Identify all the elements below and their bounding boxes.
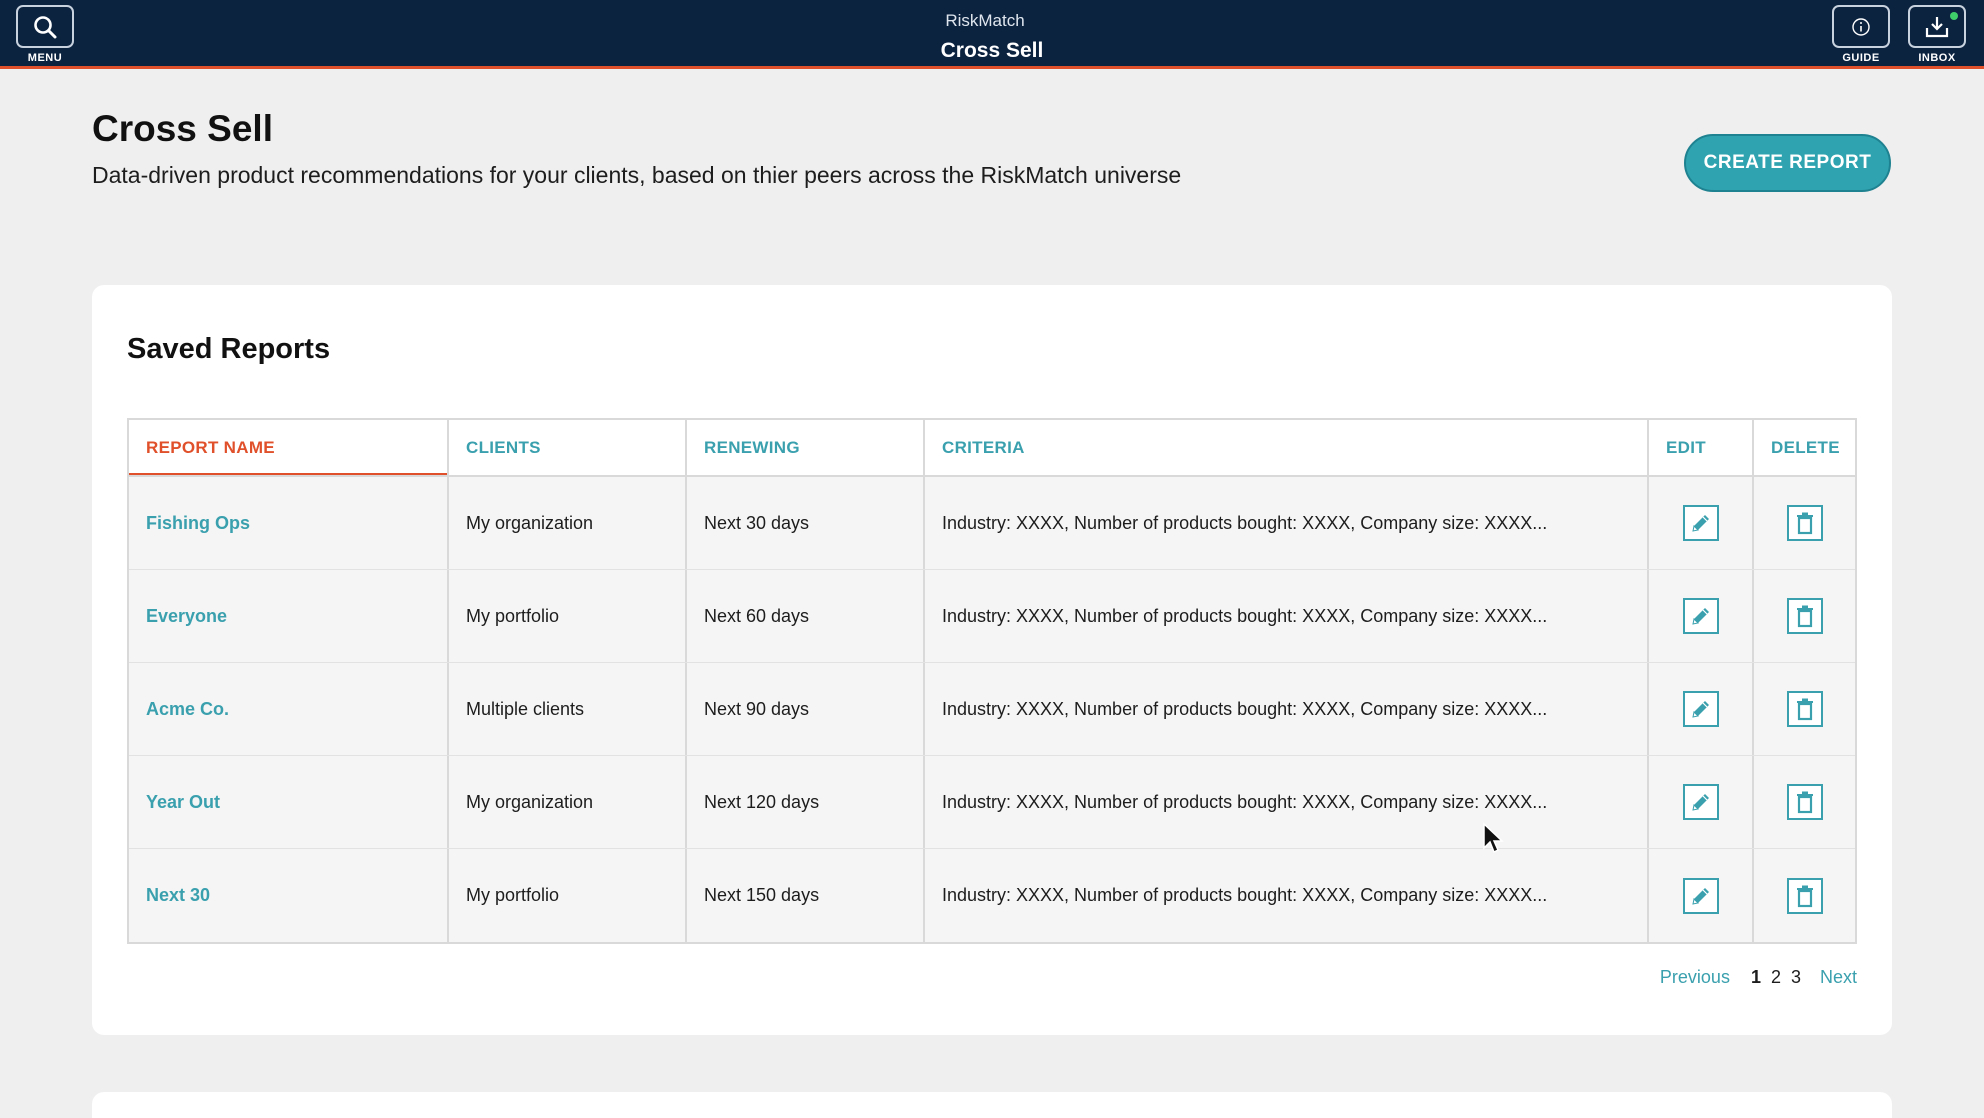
page-2-link[interactable]: 2 [1771, 967, 1781, 988]
pencil-icon [1691, 794, 1709, 811]
report-name-link[interactable]: Everyone [129, 570, 449, 662]
edit-button[interactable] [1682, 691, 1719, 727]
edit-cell [1649, 477, 1754, 569]
column-header-renewing[interactable]: RENEWING [687, 420, 925, 475]
table-header: REPORT NAME CLIENTS RENEWING CRITERIA ED… [129, 420, 1855, 477]
pencil-icon [1691, 515, 1709, 532]
trash-icon [1796, 512, 1813, 535]
saved-reports-table: REPORT NAME CLIENTS RENEWING CRITERIA ED… [127, 418, 1857, 944]
edit-cell [1649, 756, 1754, 848]
renewing-cell: Next 150 days [687, 849, 925, 942]
pencil-icon [1691, 608, 1709, 625]
delete-button[interactable] [1786, 877, 1823, 914]
clients-cell: My organization [449, 756, 687, 848]
edit-button[interactable] [1682, 598, 1719, 634]
trash-icon [1796, 698, 1813, 721]
column-header-delete: DELETE [1771, 437, 1840, 457]
delete-cell [1754, 477, 1855, 569]
guide-label: GUIDE [1842, 52, 1880, 64]
edit-cell [1649, 849, 1754, 942]
report-name-link[interactable]: Year Out [129, 756, 449, 848]
report-name-link[interactable]: Fishing Ops [129, 477, 449, 569]
column-header-clients[interactable]: CLIENTS [449, 420, 687, 475]
previous-page-link[interactable]: Previous [1660, 967, 1730, 988]
delete-cell [1754, 756, 1855, 848]
app-name: RiskMatch [945, 11, 1025, 30]
delete-cell [1754, 849, 1855, 942]
delete-button[interactable] [1786, 691, 1823, 727]
app-page-name: Cross Sell [940, 39, 1044, 62]
table-row: Everyone My portfolio Next 60 days Industry… [129, 570, 1855, 663]
renewing-cell: Next 30 days [687, 477, 925, 569]
renewing-cell: Next 120 days [687, 756, 925, 848]
saved-reports-title: Saved Reports [127, 333, 331, 365]
criteria-cell: Industry: XXXX, Number of products bough… [925, 849, 1649, 942]
table-body: Fishing Ops My organization Next 30 days In… [129, 477, 1855, 942]
page-title: Cross Sell [92, 108, 273, 149]
page-1-link[interactable]: 1 [1751, 967, 1761, 988]
download-tray-icon [1925, 16, 1949, 37]
info-icon [1852, 17, 1870, 36]
delete-button[interactable] [1786, 505, 1823, 541]
table-row: Next 30 My portfolio Next 150 days Industry… [129, 849, 1855, 942]
next-page-link[interactable]: Next [1820, 967, 1857, 988]
page-3-link[interactable]: 3 [1791, 967, 1801, 988]
notification-dot [1950, 12, 1958, 20]
clients-cell: My portfolio [449, 570, 687, 662]
delete-cell [1754, 570, 1855, 662]
report-name-link[interactable]: Acme Co. [129, 663, 449, 755]
trash-icon [1796, 791, 1813, 814]
trash-icon [1796, 605, 1813, 628]
inbox-button[interactable] [1908, 5, 1966, 48]
criteria-cell: Industry: XXXX, Number of products bough… [925, 663, 1649, 755]
secondary-card [92, 1092, 1892, 1118]
mouse-cursor-icon [1483, 822, 1504, 854]
renewing-cell: Next 90 days [687, 663, 925, 755]
table-row: Fishing Ops My organization Next 30 days In… [129, 477, 1855, 570]
criteria-cell: Industry: XXXX, Number of products bough… [925, 756, 1649, 848]
edit-button[interactable] [1682, 784, 1719, 820]
clients-cell: My portfolio [449, 849, 687, 942]
pencil-icon [1691, 887, 1709, 905]
guide-button[interactable] [1832, 5, 1890, 48]
page-subtitle: Data-driven product recommendations for … [92, 162, 1182, 188]
column-header-report-name[interactable]: REPORT NAME [129, 420, 449, 475]
edit-button[interactable] [1682, 877, 1719, 914]
column-header-criteria[interactable]: CRITERIA [925, 420, 1649, 475]
delete-button[interactable] [1786, 784, 1823, 820]
column-header-edit: EDIT [1649, 420, 1754, 475]
criteria-cell: Industry: XXXX, Number of products bough… [925, 570, 1649, 662]
table-row: Year Out My organization Next 120 days Indu… [129, 756, 1855, 849]
pagination: Previous 1 2 3 Next [1660, 967, 1857, 988]
criteria-cell: Industry: XXXX, Number of products bough… [925, 477, 1649, 569]
table-row: Acme Co. Multiple clients Next 90 days Indu… [129, 663, 1855, 756]
create-report-button[interactable]: CREATE REPORT [1684, 134, 1891, 192]
delete-cell [1754, 663, 1855, 755]
report-name-link[interactable]: Next 30 [129, 849, 449, 942]
pencil-icon [1691, 701, 1709, 718]
delete-button[interactable] [1786, 598, 1823, 634]
renewing-cell: Next 60 days [687, 570, 925, 662]
edit-cell [1649, 663, 1754, 755]
trash-icon [1796, 885, 1813, 907]
saved-reports-card: Saved Reports REPORT NAME CLIENTS RENEWI… [92, 285, 1892, 1035]
clients-cell: Multiple clients [449, 663, 687, 755]
clients-cell: My organization [449, 477, 687, 569]
edit-cell [1649, 570, 1754, 662]
inbox-label: INBOX [1918, 52, 1956, 64]
edit-button[interactable] [1682, 505, 1719, 541]
top-bar: MENU RiskMatch Cross Sell GUIDE INBOX [0, 0, 1984, 69]
